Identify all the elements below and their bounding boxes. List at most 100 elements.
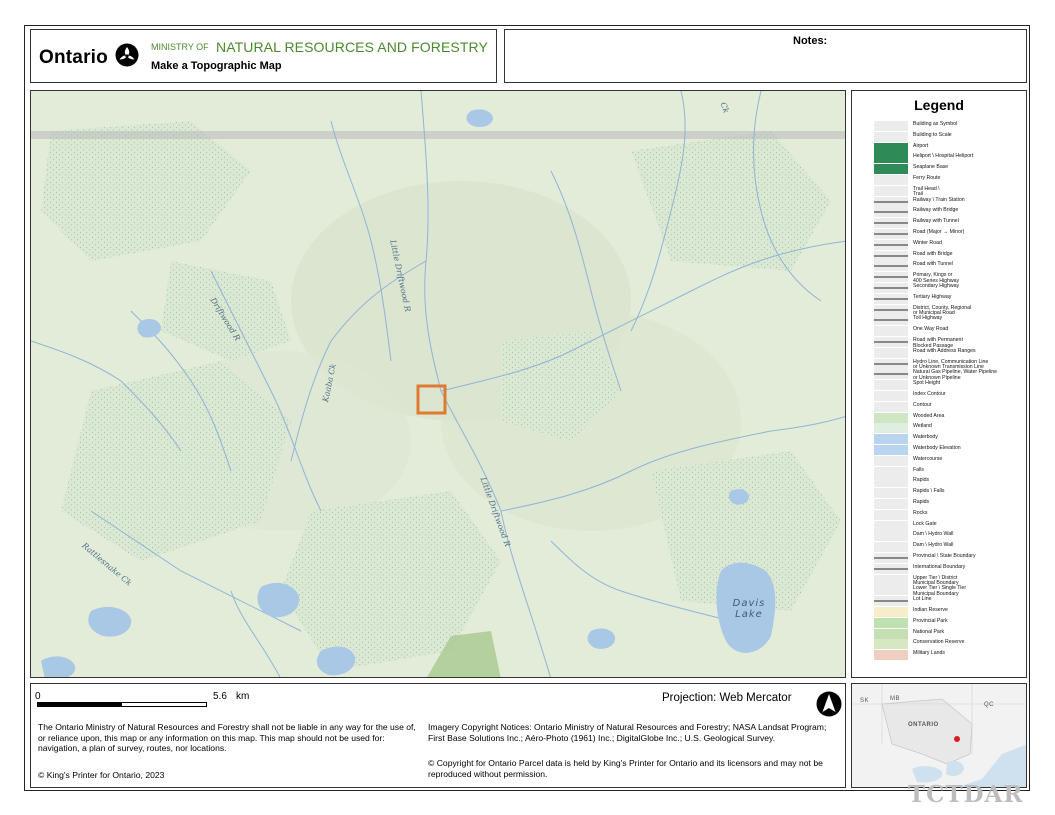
legend-item-seaplane: Seaplane Base [852,164,1028,175]
locator-inset-map: SK MB QC ONTARIO [851,683,1027,788]
winter-road-icon [874,239,908,250]
legend-item-building-symbol: Building as Symbol [852,121,1028,131]
road-icon [874,229,908,239]
scale-bar [37,702,207,707]
legend-item-wooded-area: Wooded Area [852,412,1028,423]
road-tunnel-icon [874,261,908,272]
disclaimer-text: The Ontario Ministry of Natural Resource… [38,722,416,753]
dam-2-icon [874,542,908,553]
lock-gate-icon [874,520,908,531]
legend-item-toll-highway: Toll Highway [852,315,1028,326]
legend-item-label: Toll Highway [913,315,943,322]
railway-station-icon [874,196,908,207]
inset-label-sk: SK [860,698,870,704]
contour-icon [874,401,908,412]
legend-item-label: Contour [913,401,932,408]
lower-tier-icon [874,585,908,596]
legend-item-label: Lock Gate [913,520,937,527]
map-canvas[interactable] [31,91,846,678]
legend-item-label: Road (Major → Minor) [913,229,965,235]
blocked-road-icon [874,337,908,347]
legend-item-label: Provincial \ State Boundary [913,553,976,559]
provincial-park-icon [874,617,908,628]
legend-item-label: Road with Address Ranges [913,347,976,354]
legend-item-label: Road with Bridge [913,250,953,257]
airport-icon [874,142,908,153]
inset-label-qc: QC [984,702,994,708]
spot-height-icon [874,380,908,391]
legend-item-label: Rapids [913,499,930,505]
legend-item-label: Heliport \ Hospital Heliport [913,153,974,160]
legend-item-dam-2: Dam \ Hydro Wall [852,542,1028,553]
rapids-falls-icon [874,488,908,499]
legend-item-road-bridge: Road with Bridge [852,250,1028,261]
legend-item-national-park: National Park [852,628,1028,639]
north-arrow-icon [816,691,842,717]
legend-item-indian-reserve: Indian Reserve [852,607,1028,617]
parcel-notice: © Copyright for Ontario Parcel data is h… [428,758,823,779]
legend-item-label: Railway \ Train Station [913,196,965,203]
inset-label-ontario: ONTARIO [908,722,939,728]
legend-item-label: Wetland [913,423,932,430]
legend-item-lot-line: Lot Line [852,596,1028,607]
legend-item-trail: Trail Head \ Trail [852,185,1028,197]
legend-title: Legend [914,97,964,113]
district-road-icon [874,304,908,315]
national-park-icon [874,628,908,639]
lake-label: Davis Lake [732,598,766,620]
legend-item-label: Index Contour [913,391,946,397]
legend-panel: Legend Building as Symbol Building to Sca… [851,90,1027,678]
building-symbol-icon [874,121,908,131]
rapids-2-icon [874,499,908,509]
imagery-notice: Imagery Copyright Notices: Ontario Minis… [428,722,827,743]
legend-item-building-scale: Building to Scale [852,131,1028,142]
legend-item-spot-height: Spot Height [852,380,1028,391]
military-lands-icon [874,650,908,661]
inset-canvas [852,684,1026,787]
legend-item-label: Building to Scale [913,131,952,138]
legend-item-label: National Park [913,628,945,635]
legend-item-label: Seaplane Base [913,164,949,171]
provincial-boundary-icon [874,553,908,563]
legend-item-international-boundary: International Boundary [852,563,1028,574]
legend-item-label: Airport [913,142,929,149]
indian-reserve-icon [874,607,908,617]
legend-item-provincial-boundary: Provincial \ State Boundary [852,553,1028,563]
notes-panel[interactable]: Notes: [504,29,1027,83]
legend-item-label: Falls [913,466,924,473]
legend-item-blocked-road: Road with Permanent Blocked Passage [852,337,1028,348]
legend-item-label: Building as Symbol [913,121,958,127]
legend-item-label: One Way Road [913,326,949,333]
legend-item-waterbody: Waterbody [852,434,1028,445]
legend-item-label: Dam \ Hydro Wall [913,542,954,549]
dam-icon [874,531,908,542]
rocks-icon [874,509,908,520]
legend-item-lock-gate: Lock Gate [852,520,1028,531]
seaplane-icon [874,164,908,175]
scale-start: 0 [35,691,41,702]
legend-item-railway-station: Railway \ Train Station [852,196,1028,207]
ferry-icon [874,175,908,185]
location-marker-icon [954,736,960,742]
notes-label: Notes: [793,35,828,47]
legend-item-contour: Contour [852,401,1028,412]
watercourse-icon [874,455,908,466]
legend-item-military-lands: Military Lands [852,650,1028,661]
legend-item-dam: Dam \ Hydro Wall [852,531,1028,542]
watermark: TCTDAR [908,781,1024,808]
topographic-map[interactable]: Little Driftwood R Driftwood R Kaaba Ck … [30,90,846,678]
legend-item-conservation-reserve: Conservation Reserve [852,639,1028,650]
legend-item-label: Road with Tunnel [913,261,954,268]
legend-item-railway-tunnel: Railway with Tunnel [852,218,1028,229]
legend-item-railway-bridge: Railway with Bridge [852,207,1028,218]
upper-tier-icon [874,574,908,585]
footer-panel: 0 5.6 km Projection: Web Mercator The On… [30,683,846,788]
legend-item-label: International Boundary [913,563,966,570]
scale-unit: km [236,691,250,702]
legend-item-label: Dam \ Hydro Wall [913,531,954,538]
legend-item-wetland: Wetland [852,423,1028,434]
scale-end: 5.6 [213,691,227,702]
header-panel: Ontario MINISTRY OF NATURAL RESOURCES AN… [30,29,497,83]
legend-item-primary-highway: Primary, Kings or 400 Series Highway [852,272,1028,283]
conservation-reserve-icon [874,639,908,650]
